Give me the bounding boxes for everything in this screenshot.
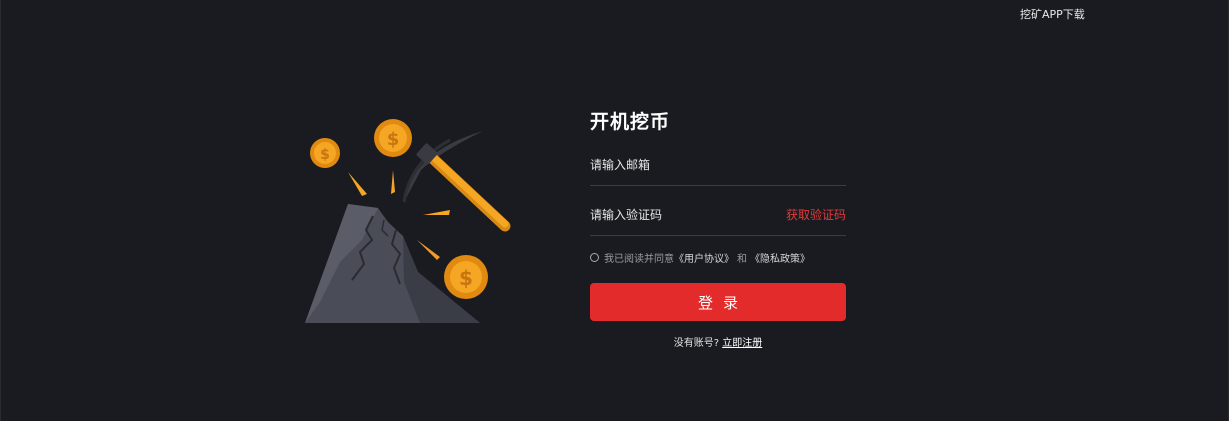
user-agreement-link[interactable]: 《用户协议》 — [674, 250, 734, 265]
svg-text:$: $ — [459, 266, 473, 290]
verification-code-input[interactable] — [590, 207, 770, 222]
agreement-row: 我已阅读并同意 《用户协议》 和 《隐私政策》 — [590, 250, 846, 265]
app-download-link[interactable]: 挖矿APP下载 — [1020, 6, 1085, 22]
login-button[interactable]: 登录 — [590, 283, 846, 321]
mining-pickaxe-coins-icon: $ $ $ — [305, 119, 511, 323]
email-input[interactable] — [590, 157, 770, 172]
register-link[interactable]: 立即注册 — [722, 338, 762, 349]
email-field-row — [590, 144, 846, 186]
code-field-row: 获取验证码 — [590, 186, 846, 236]
page-title: 开机挖币 — [590, 111, 671, 133]
svg-text:$: $ — [320, 147, 330, 163]
agree-radio[interactable] — [590, 252, 599, 262]
privacy-policy-link[interactable]: 《隐私政策》 — [750, 250, 810, 265]
get-code-button[interactable]: 获取验证码 — [786, 206, 846, 223]
svg-text:$: $ — [387, 129, 400, 150]
and-text: 和 — [737, 253, 747, 265]
login-form: 开机挖币 获取验证码 我已阅读并同意 《用户协议》 和 《隐私政策》 登录 没有… — [590, 108, 846, 349]
agree-prefix-text: 我已阅读并同意 — [604, 253, 674, 265]
register-row: 没有账号? 立即注册 — [590, 334, 846, 349]
no-account-text: 没有账号? — [673, 338, 720, 349]
mining-illustration: $ $ $ — [300, 112, 520, 328]
